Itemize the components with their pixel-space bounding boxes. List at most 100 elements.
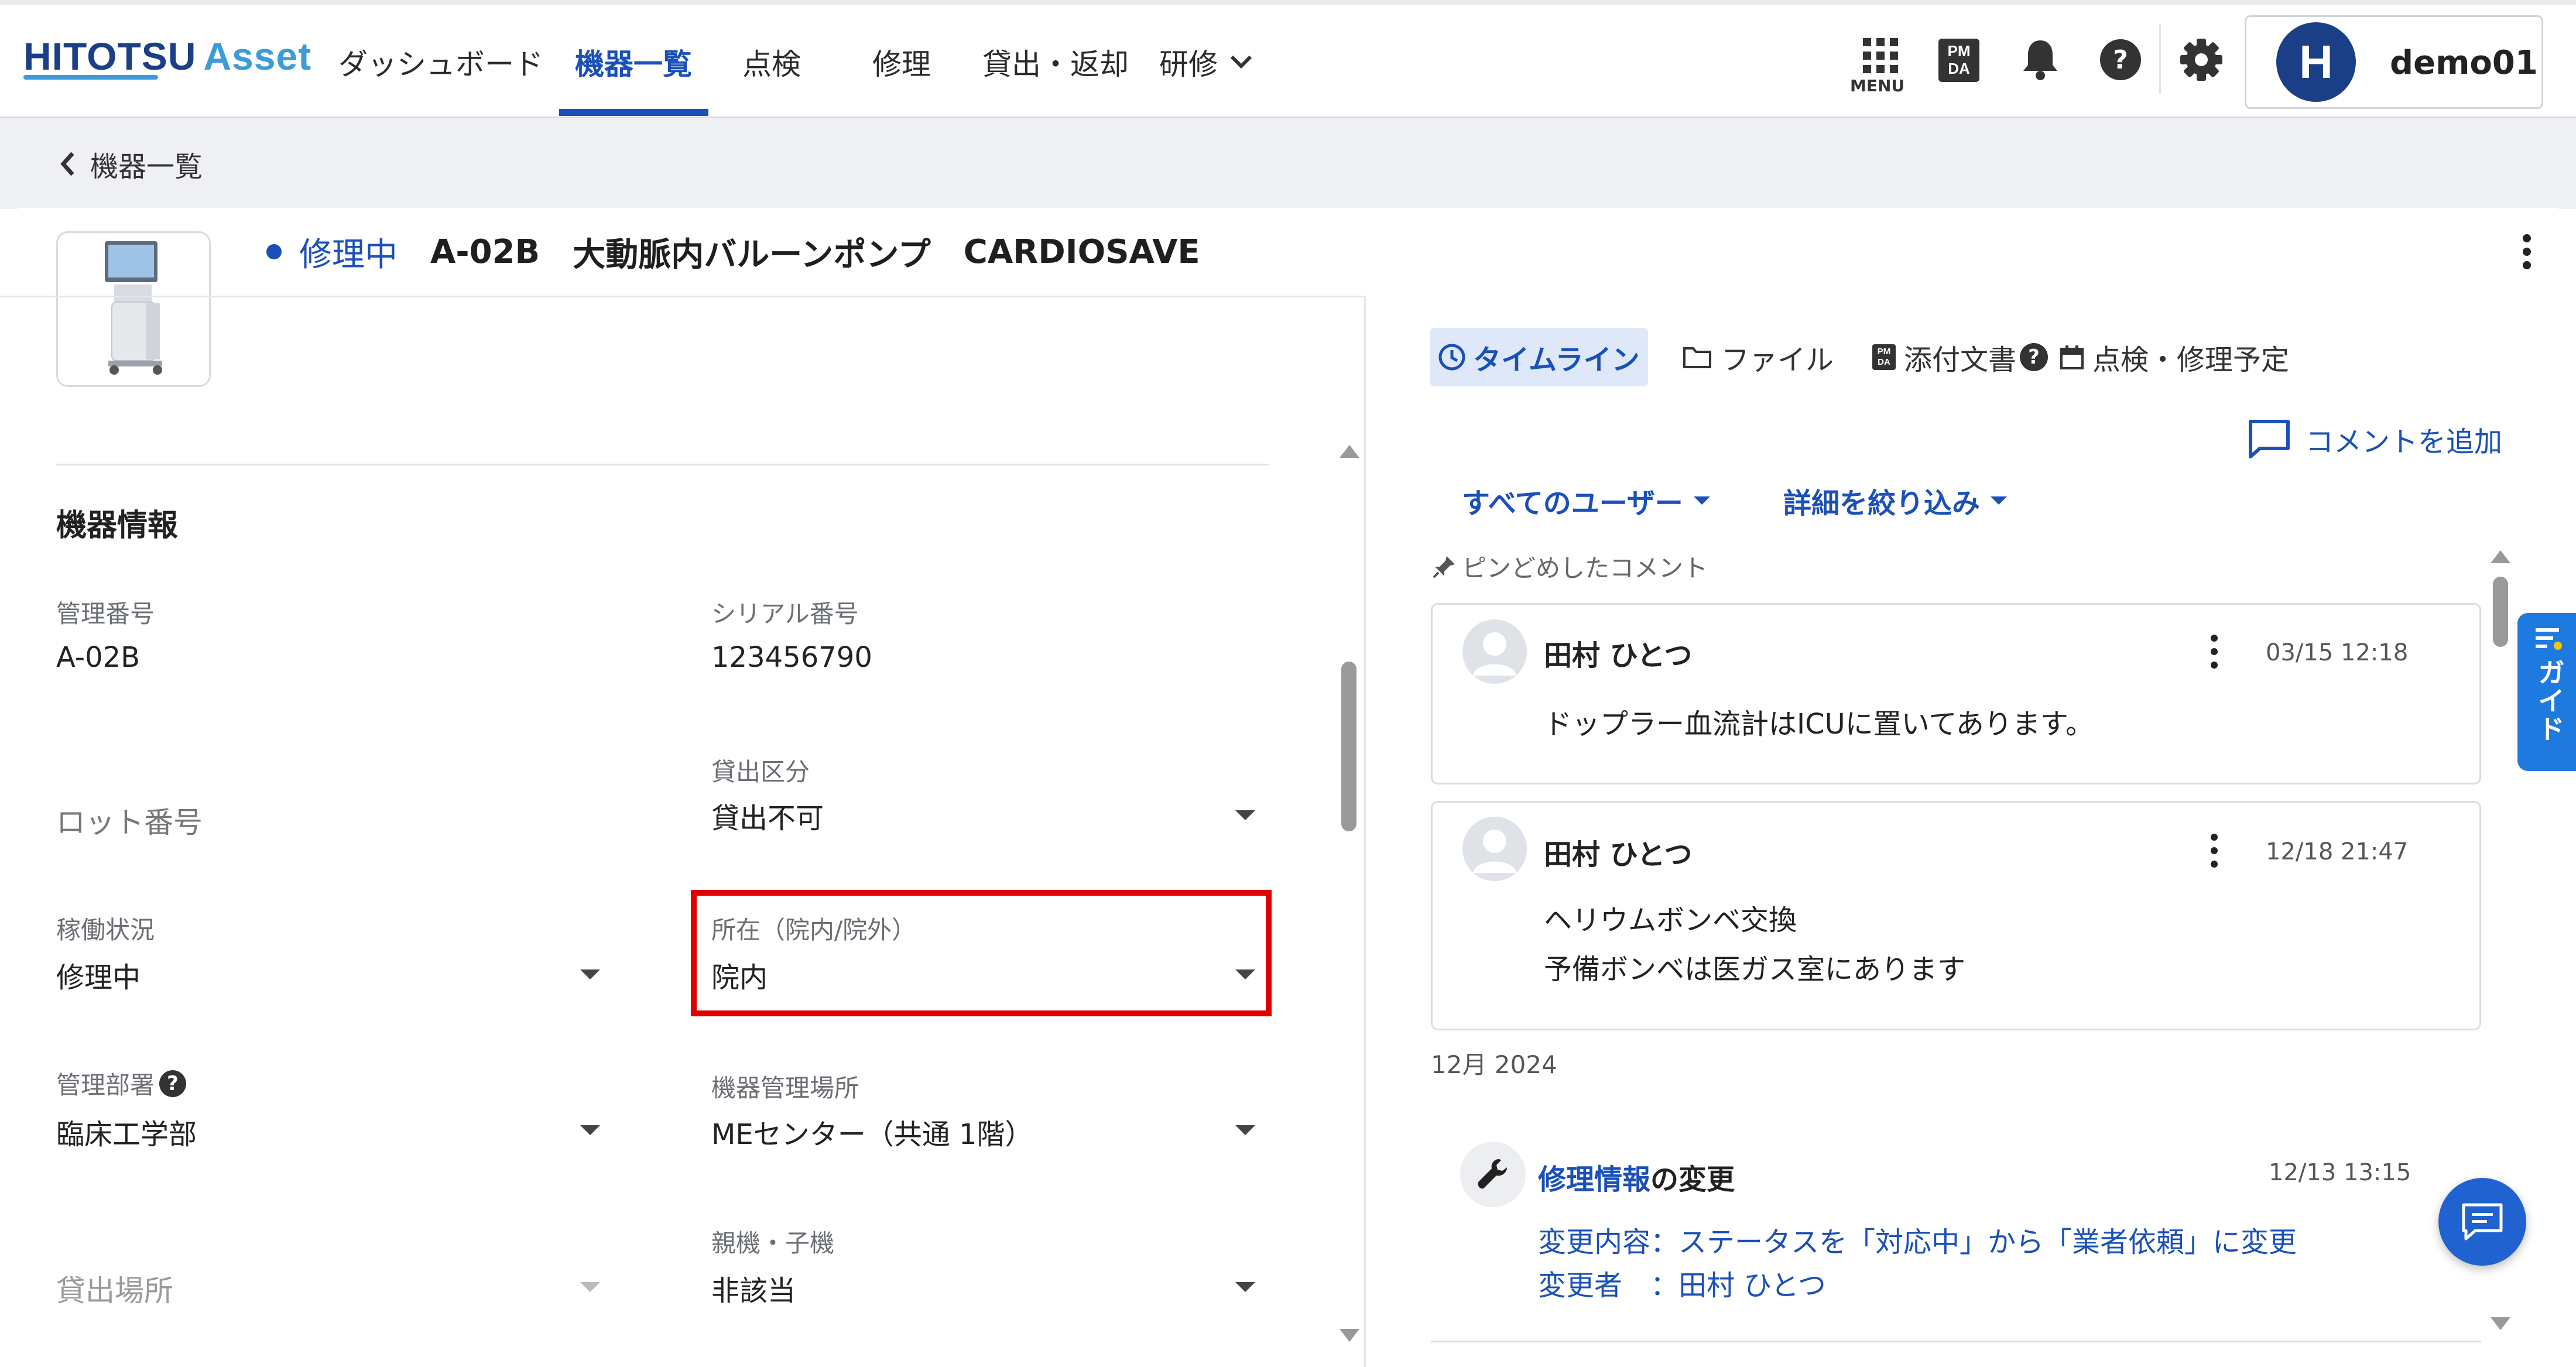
tab-schedule[interactable]: 点検・修理予定 — [2060, 328, 2289, 386]
lending-class-label: 貸出区分 — [711, 758, 810, 786]
user-icon — [1473, 830, 1516, 873]
apps-menu-button[interactable] — [1857, 35, 1904, 76]
notifications-button[interactable] — [2017, 36, 2064, 83]
bell-icon — [2023, 40, 2057, 80]
management-no-label: 管理番号 — [56, 599, 155, 628]
left-scroll-up-button[interactable] — [1340, 445, 1359, 458]
change-event-body: 変更内容：ステータスを「対応中」から「業者依頼」に変更 変更者 ：田村 ひとつ — [1538, 1221, 2297, 1307]
tab-timeline-label: タイムライン — [1473, 344, 1640, 376]
device-image — [58, 233, 209, 385]
managing-dept-dropdown-icon[interactable] — [580, 1125, 600, 1135]
add-comment-button[interactable]: コメントを追加 — [2248, 419, 2502, 460]
device-info-title: 機器情報 — [56, 508, 179, 543]
lending-place-dropdown-icon[interactable] — [580, 1282, 600, 1292]
help-button[interactable]: ? — [2097, 36, 2144, 83]
breadcrumb-label: 機器一覧 — [90, 150, 203, 183]
kebab-icon — [2523, 234, 2531, 269]
device-model: CARDIOSAVE — [963, 232, 1200, 271]
operation-status-select[interactable]: 修理中 — [56, 954, 141, 995]
lending-class-dropdown-icon[interactable] — [1235, 810, 1255, 820]
calendar-icon — [2060, 345, 2084, 369]
comment-body-line-2: 予備ボンベは医ガス室にあります — [1544, 953, 1966, 986]
brand-logo-underline — [23, 75, 158, 80]
comment-card — [1431, 603, 2481, 784]
pmda-button[interactable]: PM DA — [1938, 38, 1980, 83]
nav-device-list[interactable]: 機器一覧 — [575, 41, 692, 83]
comment-menu-button[interactable] — [2205, 831, 2223, 872]
left-scroll-down-button[interactable] — [1340, 1329, 1359, 1342]
nav-inspection[interactable]: 点検 — [742, 41, 801, 83]
user-icon — [1473, 632, 1516, 676]
management-no-value[interactable]: A-02B — [56, 641, 140, 674]
comment-icon — [2249, 420, 2290, 458]
serial-no-value[interactable]: 123456790 — [711, 641, 872, 674]
change-event-title: 修理情報の変更 — [1538, 1163, 1735, 1196]
parent-child-dropdown-icon[interactable] — [1235, 1282, 1255, 1292]
guide-label: ガイド — [2534, 659, 2565, 743]
comment-body-line-1: ヘリウムボンベ交換 — [1544, 904, 1797, 937]
nav-dashboard[interactable]: ダッシュボード — [338, 41, 543, 83]
user-filter-dropdown[interactable]: すべてのユーザー — [1462, 480, 1710, 521]
brand-logo[interactable]: HITOTSU Asset — [23, 34, 311, 78]
tab-timeline[interactable]: タイムライン — [1430, 328, 1648, 386]
comment-time: 12/18 21:47 — [2266, 838, 2409, 865]
more-options-button[interactable] — [2515, 231, 2539, 272]
nav-lending-return[interactable]: 貸出・返却 — [982, 41, 1129, 83]
managed-place-dropdown-icon[interactable] — [1235, 1125, 1255, 1135]
username: demo01 — [2390, 44, 2538, 82]
avatar — [1462, 817, 1527, 881]
lot-no-field[interactable]: ロット番号 — [56, 799, 203, 841]
chat-button[interactable] — [2438, 1178, 2526, 1266]
operation-status-dropdown-icon[interactable] — [580, 969, 600, 979]
right-scrollbar-thumb[interactable] — [2493, 577, 2508, 647]
device-thumbnail[interactable] — [56, 231, 211, 387]
chat-icon — [2462, 1203, 2503, 1241]
nav-repair[interactable]: 修理 — [872, 41, 931, 83]
timeline-divider — [1431, 1341, 2481, 1342]
managing-dept-label: 管理部署 ? — [56, 1065, 187, 1101]
caret-down-icon — [1991, 496, 2008, 505]
back-to-device-list-link[interactable]: 機器一覧 — [59, 143, 203, 184]
tab-attached-docs[interactable]: PM DA 添付文書 ? — [1872, 328, 2049, 386]
management-number: A-02B — [430, 232, 540, 271]
right-scroll-up-button[interactable] — [2491, 550, 2510, 563]
tab-files[interactable]: ファイル — [1683, 328, 1834, 386]
lending-place-field[interactable]: 貸出場所 — [56, 1267, 173, 1310]
folder-icon — [1683, 347, 1711, 368]
help-icon: ? — [2100, 39, 2141, 80]
repair-event-icon — [1460, 1142, 1526, 1207]
chevron-down-icon — [1230, 55, 1252, 69]
right-scroll-down-button[interactable] — [2491, 1317, 2510, 1330]
help-icon[interactable]: ? — [2020, 343, 2049, 371]
device-title-row: 修理中 A-02B 大動脈内バルーンポンプ CARDIOSAVE — [266, 231, 1233, 274]
nav-training[interactable]: 研修 — [1159, 41, 1254, 83]
status-badge: 修理中 — [299, 235, 398, 274]
comment-time: 03/15 12:18 — [2266, 639, 2409, 666]
change-user-line: 変更者 ：田村 ひとつ — [1538, 1269, 1826, 1302]
change-content-line: 変更内容：ステータスを「対応中」から「業者依頼」に変更 — [1538, 1226, 2297, 1259]
repair-info-link[interactable]: 修理情報 — [1538, 1163, 1650, 1196]
pmda-icon: PM DA — [1938, 39, 1979, 82]
lending-class-select[interactable]: 貸出不可 — [711, 795, 824, 836]
comment-menu-button[interactable] — [2205, 632, 2223, 673]
toolbar-divider — [2159, 23, 2161, 94]
grid-icon — [1863, 38, 1898, 73]
parent-child-label: 親機・子機 — [711, 1229, 835, 1258]
left-scrollbar-thumb[interactable] — [1341, 662, 1356, 831]
managed-place-select[interactable]: MEセンター（共通 1階） — [711, 1111, 1033, 1152]
month-label: 12月 2024 — [1431, 1050, 1557, 1079]
section-divider — [56, 464, 1269, 465]
managed-place-label: 機器管理場所 — [711, 1074, 859, 1102]
parent-child-select[interactable]: 非該当 — [711, 1267, 796, 1308]
add-comment-label: コメントを追加 — [2306, 426, 2503, 458]
guide-tab-button[interactable]: ガイド — [2517, 613, 2576, 771]
avatar: H — [2276, 22, 2356, 102]
help-icon[interactable]: ? — [159, 1070, 187, 1097]
managing-dept-select[interactable]: 臨床工学部 — [56, 1111, 197, 1152]
pin-icon — [1433, 556, 1455, 578]
change-event-time: 12/13 13:15 — [2269, 1159, 2411, 1186]
detail-filter-dropdown[interactable]: 詳細を絞り込み — [1783, 480, 2008, 521]
caret-down-icon — [1693, 496, 1710, 505]
settings-button[interactable] — [2178, 36, 2225, 83]
comment-author: 田村 ひとつ — [1544, 639, 1693, 672]
